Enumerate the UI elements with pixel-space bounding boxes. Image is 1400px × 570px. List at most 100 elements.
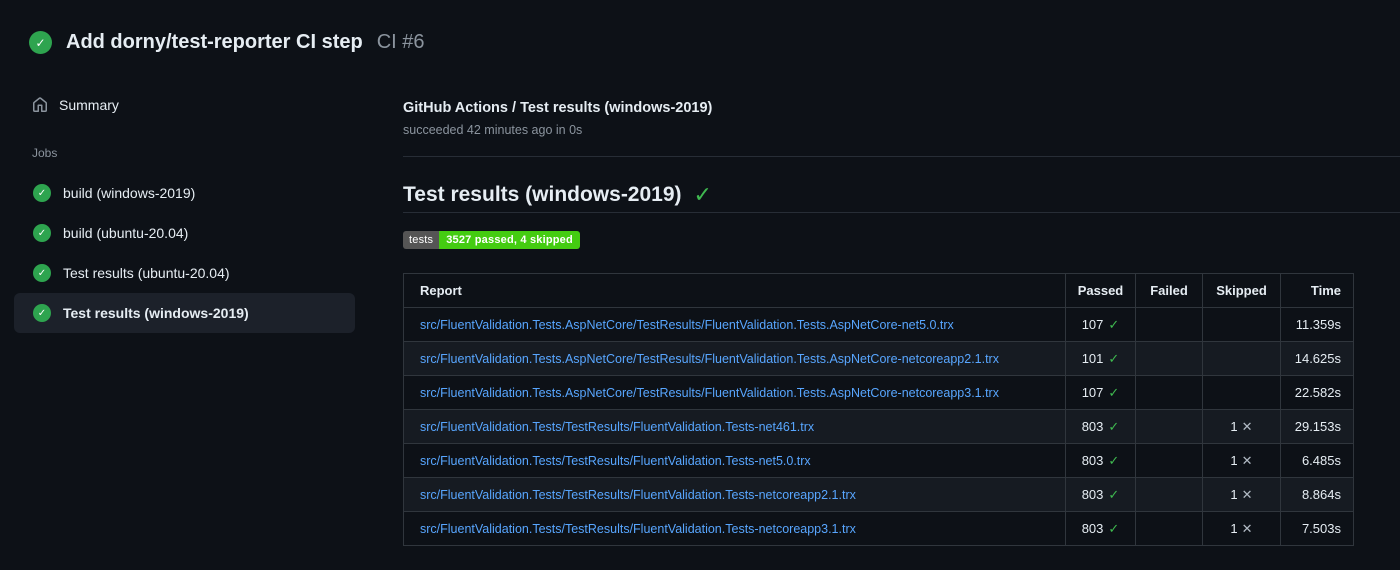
column-header-time: Time bbox=[1280, 273, 1354, 308]
report-cell: src/FluentValidation.Tests/TestResults/F… bbox=[403, 511, 1066, 546]
run-title: Add dorny/test-reporter CI step bbox=[66, 31, 363, 53]
failed-cell bbox=[1135, 341, 1203, 376]
skipped-cell: 1 ✕ bbox=[1202, 511, 1281, 546]
table-row: src/FluentValidation.Tests.AspNetCore/Te… bbox=[403, 307, 1354, 342]
table-row: src/FluentValidation.Tests.AspNetCore/Te… bbox=[403, 375, 1354, 410]
time-cell: 14.625s bbox=[1280, 341, 1354, 376]
table-row: src/FluentValidation.Tests/TestResults/F… bbox=[403, 443, 1354, 478]
skipped-x-icon: ✕ bbox=[1241, 520, 1253, 536]
column-header-report: Report bbox=[403, 273, 1066, 308]
tests-badge-label: tests bbox=[403, 231, 440, 249]
failed-cell bbox=[1135, 443, 1203, 478]
skipped-cell: 1 ✕ bbox=[1202, 443, 1281, 478]
job-label: Test results (ubuntu-20.04) bbox=[63, 265, 230, 281]
report-link[interactable]: src/FluentValidation.Tests/TestResults/F… bbox=[420, 488, 856, 502]
jobs-list: ✓ build (windows-2019) ✓ build (ubuntu-20.0… bbox=[14, 173, 355, 333]
time-cell: 8.864s bbox=[1280, 477, 1354, 512]
check-circle-icon: ✓ bbox=[33, 224, 51, 242]
passed-check-icon: ✓ bbox=[1108, 350, 1120, 366]
passed-count: 803 bbox=[1081, 452, 1104, 468]
passed-check-icon: ✓ bbox=[1108, 316, 1120, 332]
passed-count: 107 bbox=[1081, 384, 1104, 400]
time-cell: 29.153s bbox=[1280, 409, 1354, 444]
skipped-x-icon: ✕ bbox=[1241, 418, 1253, 434]
check-run-status: succeeded 42 minutes ago in 0s bbox=[403, 123, 583, 137]
skipped-cell bbox=[1202, 341, 1281, 376]
report-link[interactable]: src/FluentValidation.Tests/TestResults/F… bbox=[420, 522, 856, 536]
sidebar: Summary Jobs ✓ build (windows-2019) ✓ build… bbox=[14, 86, 355, 333]
skipped-cell bbox=[1202, 307, 1281, 342]
check-circle-icon: ✓ bbox=[33, 304, 51, 322]
time-cell: 11.359s bbox=[1280, 307, 1354, 342]
report-link[interactable]: src/FluentValidation.Tests/TestResults/F… bbox=[420, 420, 814, 434]
run-header: ✓ Add dorny/test-reporter CI step CI #6 bbox=[29, 31, 425, 54]
check-circle-icon: ✓ bbox=[33, 184, 51, 202]
passed-count: 107 bbox=[1081, 316, 1104, 332]
report-link[interactable]: src/FluentValidation.Tests.AspNetCore/Te… bbox=[420, 318, 954, 332]
skipped-cell: 1 ✕ bbox=[1202, 477, 1281, 512]
passed-count: 803 bbox=[1081, 418, 1104, 434]
skipped-x-icon: ✕ bbox=[1241, 486, 1253, 502]
sidebar-item-summary[interactable]: Summary bbox=[14, 86, 355, 124]
skipped-count: 1 bbox=[1230, 418, 1238, 434]
passed-check-icon: ✓ bbox=[1108, 384, 1120, 400]
table-row: src/FluentValidation.Tests/TestResults/F… bbox=[403, 511, 1354, 546]
sidebar-item-build-windows-2019[interactable]: ✓ build (windows-2019) bbox=[14, 173, 355, 213]
divider bbox=[403, 156, 1400, 157]
divider bbox=[403, 212, 1400, 213]
main-content: GitHub Actions / Test results (windows-2… bbox=[403, 0, 1400, 546]
summary-label: Summary bbox=[59, 97, 119, 113]
skipped-count: 1 bbox=[1230, 452, 1238, 468]
report-cell: src/FluentValidation.Tests/TestResults/F… bbox=[403, 443, 1066, 478]
table-row: src/FluentValidation.Tests.AspNetCore/Te… bbox=[403, 341, 1354, 376]
report-cell: src/FluentValidation.Tests.AspNetCore/Te… bbox=[403, 307, 1066, 342]
report-cell: src/FluentValidation.Tests/TestResults/F… bbox=[403, 477, 1066, 512]
sidebar-item-build-ubuntu-20-04[interactable]: ✓ build (ubuntu-20.04) bbox=[14, 213, 355, 253]
failed-cell bbox=[1135, 477, 1203, 512]
report-link[interactable]: src/FluentValidation.Tests/TestResults/F… bbox=[420, 454, 811, 468]
section-title: Test results (windows-2019) ✓ bbox=[403, 181, 1400, 209]
passed-count: 803 bbox=[1081, 486, 1104, 502]
passed-cell: 107 ✓ bbox=[1065, 307, 1136, 342]
report-link[interactable]: src/FluentValidation.Tests.AspNetCore/Te… bbox=[420, 352, 999, 366]
table-row: src/FluentValidation.Tests/TestResults/F… bbox=[403, 409, 1354, 444]
passed-count: 803 bbox=[1081, 520, 1104, 536]
failed-cell bbox=[1135, 375, 1203, 410]
column-header-failed: Failed bbox=[1135, 273, 1203, 308]
failed-cell bbox=[1135, 307, 1203, 342]
report-cell: src/FluentValidation.Tests.AspNetCore/Te… bbox=[403, 375, 1066, 410]
job-label: Test results (windows-2019) bbox=[63, 305, 249, 321]
tests-badge-value: 3527 passed, 4 skipped bbox=[439, 231, 580, 249]
failed-cell bbox=[1135, 511, 1203, 546]
passed-cell: 803 ✓ bbox=[1065, 409, 1136, 444]
report-cell: src/FluentValidation.Tests.AspNetCore/Te… bbox=[403, 341, 1066, 376]
column-header-skipped: Skipped bbox=[1202, 273, 1281, 308]
report-link[interactable]: src/FluentValidation.Tests.AspNetCore/Te… bbox=[420, 386, 999, 400]
skipped-count: 1 bbox=[1230, 486, 1238, 502]
skipped-cell bbox=[1202, 375, 1281, 410]
time-cell: 6.485s bbox=[1280, 443, 1354, 478]
check-run-title: GitHub Actions / Test results (windows-2… bbox=[403, 100, 713, 116]
passed-count: 101 bbox=[1081, 350, 1104, 366]
report-cell: src/FluentValidation.Tests/TestResults/F… bbox=[403, 409, 1066, 444]
passed-check-icon: ✓ bbox=[1108, 520, 1120, 536]
job-label: build (ubuntu-20.04) bbox=[63, 225, 189, 241]
passed-check-icon: ✓ bbox=[1108, 418, 1120, 434]
skipped-x-icon: ✕ bbox=[1241, 452, 1253, 468]
check-circle-icon: ✓ bbox=[33, 264, 51, 282]
time-cell: 22.582s bbox=[1280, 375, 1354, 410]
sidebar-item-test-results-ubuntu-20-04[interactable]: ✓ Test results (ubuntu-20.04) bbox=[14, 253, 355, 293]
sidebar-item-test-results-windows-2019[interactable]: ✓ Test results (windows-2019) bbox=[14, 293, 355, 333]
skipped-count: 1 bbox=[1230, 520, 1238, 536]
table-header-row: Report Passed Failed Skipped Time bbox=[403, 273, 1354, 308]
success-checkmark-icon: ✓ bbox=[693, 182, 712, 207]
skipped-cell: 1 ✕ bbox=[1202, 409, 1281, 444]
failed-cell bbox=[1135, 409, 1203, 444]
passed-cell: 803 ✓ bbox=[1065, 511, 1136, 546]
job-label: build (windows-2019) bbox=[63, 185, 196, 201]
passed-cell: 107 ✓ bbox=[1065, 375, 1136, 410]
test-results-table: Report Passed Failed Skipped Time src/Fluent… bbox=[403, 273, 1354, 546]
success-check-circle-icon: ✓ bbox=[29, 31, 52, 54]
passed-cell: 803 ✓ bbox=[1065, 443, 1136, 478]
table-row: src/FluentValidation.Tests/TestResults/F… bbox=[403, 477, 1354, 512]
